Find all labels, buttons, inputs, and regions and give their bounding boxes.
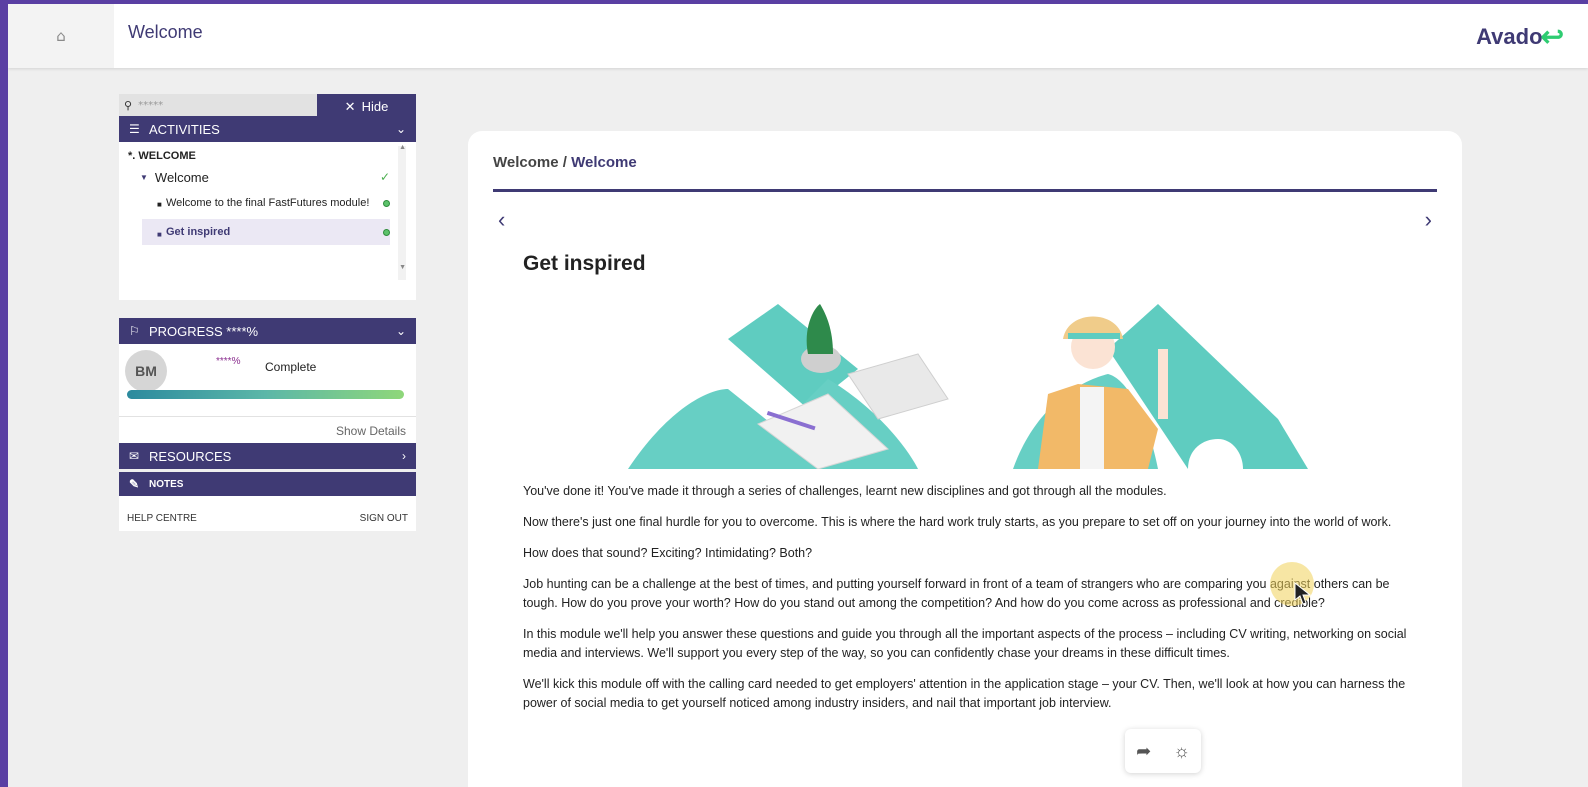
search-input[interactable]: ⚲ ***** (119, 94, 317, 116)
help-centre-link[interactable]: HELP CENTRE (127, 513, 197, 524)
paragraph: You've done it! You've made it through a… (523, 484, 1167, 498)
paragraph: Now there's just one final hurdle for yo… (523, 515, 1392, 529)
chevron-down-icon: ⌄ (395, 324, 406, 338)
chevron-right-icon: › (402, 449, 406, 463)
complete-status-icon (383, 228, 390, 236)
activity-group-welcome[interactable]: ▼ Welcome ✓ (128, 169, 390, 185)
activity-item-label: Welcome to the final FastFutures module! (166, 197, 370, 209)
chevron-down-icon: ⌄ (395, 122, 406, 136)
close-icon: ✕ (344, 98, 356, 114)
progress-bar (127, 390, 404, 399)
mouse-cursor-icon (1294, 582, 1312, 605)
bullet-icon: ■ (157, 200, 162, 209)
logo-mark-icon: ↩ (1540, 21, 1564, 52)
flag-icon: ⚐ (129, 324, 140, 338)
search-icon: ⚲ (124, 98, 133, 112)
home-icon: ⌂ (56, 27, 66, 45)
sidebar: ⚲ ***** ✕ Hide ☰ ACTIVITIES ⌄ ▲ ▼ *. WEL… (119, 94, 416, 531)
share-icon[interactable]: ➦ (1136, 741, 1151, 762)
notes-header[interactable]: ✎ NOTES (119, 472, 416, 496)
divider (119, 416, 416, 417)
progress-header[interactable]: ⚐ PROGRESS ****% ⌄ (119, 318, 416, 344)
avatar: BM (125, 350, 167, 392)
chevron-left-icon[interactable]: ‹ (498, 207, 505, 233)
breadcrumb-current: Welcome (571, 154, 637, 171)
edit-icon: ✎ (129, 477, 140, 491)
app-frame: ⌂ Welcome Avado ↩ ⚲ ***** ✕ Hide ☰ ACTIV… (8, 4, 1588, 787)
content-card: Welcome / Welcome ‹ › Get inspired You'v… (468, 131, 1462, 787)
paragraph: In this module we'll help you answer the… (523, 627, 1407, 660)
notes-title: NOTES (149, 478, 184, 490)
activity-item-active[interactable]: ■ Get inspired (142, 219, 390, 245)
paragraph: We'll kick this module off with the call… (523, 677, 1406, 710)
show-details-link[interactable]: Show Details (336, 424, 406, 438)
scroll-down-icon[interactable]: ▼ (399, 264, 406, 271)
logo-text: Avado (1476, 23, 1543, 49)
floating-toolbar: ➦ ☼ (1125, 729, 1201, 773)
progress-title: PROGRESS ****% (149, 323, 259, 339)
progress-panel: BM ****% Complete Show Details (119, 344, 416, 443)
resources-header[interactable]: ✉ RESOURCES › (119, 443, 416, 469)
scroll-up-icon[interactable]: ▲ (399, 144, 406, 151)
activity-item-label: Get inspired (166, 226, 231, 238)
sidebar-footer: HELP CENTRE SIGN OUT (119, 496, 416, 531)
inbox-icon: ✉ (129, 449, 140, 463)
activities-header[interactable]: ☰ ACTIVITIES ⌄ (119, 116, 416, 142)
list-icon: ☰ (129, 122, 140, 136)
resources-title: RESOURCES (149, 448, 232, 464)
search-row: ⚲ ***** ✕ Hide (119, 94, 416, 116)
complete-status-icon (383, 200, 390, 207)
hide-label: Hide (361, 99, 389, 114)
breadcrumb-rule (493, 189, 1437, 192)
hero-illustration (628, 304, 1308, 469)
page-title: Welcome (128, 22, 203, 42)
activity-item[interactable]: ■ Welcome to the final FastFutures modul… (128, 193, 390, 213)
page-heading: Get inspired (523, 252, 646, 275)
avado-logo: Avado ↩ (1476, 20, 1564, 53)
search-placeholder: ***** (138, 99, 164, 111)
activities-list: ▲ ▼ *. WELCOME ▼ Welcome ✓ ■ Welcome to … (119, 142, 416, 300)
activities-title: ACTIVITIES (149, 121, 220, 137)
check-icon: ✓ (379, 170, 390, 184)
bullet-icon: ■ (157, 230, 162, 239)
chevron-right-icon[interactable]: › (1425, 207, 1432, 233)
breadcrumb-parent[interactable]: Welcome (493, 154, 559, 171)
top-header: ⌂ Welcome Avado ↩ (8, 4, 1588, 68)
activity-group-label: Welcome (154, 169, 209, 185)
body-text: You've done it! You've made it through a… (523, 482, 1413, 725)
triangle-down-icon: ▼ (140, 172, 148, 182)
sign-out-link[interactable]: SIGN OUT (360, 513, 408, 524)
activities-scrollbar[interactable] (398, 146, 406, 280)
breadcrumb: Welcome / Welcome (493, 154, 637, 171)
lightbulb-icon[interactable]: ☼ (1173, 741, 1190, 762)
progress-percent: ****% (216, 356, 241, 367)
paragraph: How does that sound? Exciting? Intimidat… (523, 546, 813, 560)
progress-status: Complete (265, 360, 317, 374)
hide-button[interactable]: ✕ Hide (317, 94, 416, 116)
home-button[interactable]: ⌂ (8, 4, 114, 68)
activities-section-title: *. WELCOME (128, 150, 196, 162)
breadcrumb-separator: / (558, 154, 572, 171)
